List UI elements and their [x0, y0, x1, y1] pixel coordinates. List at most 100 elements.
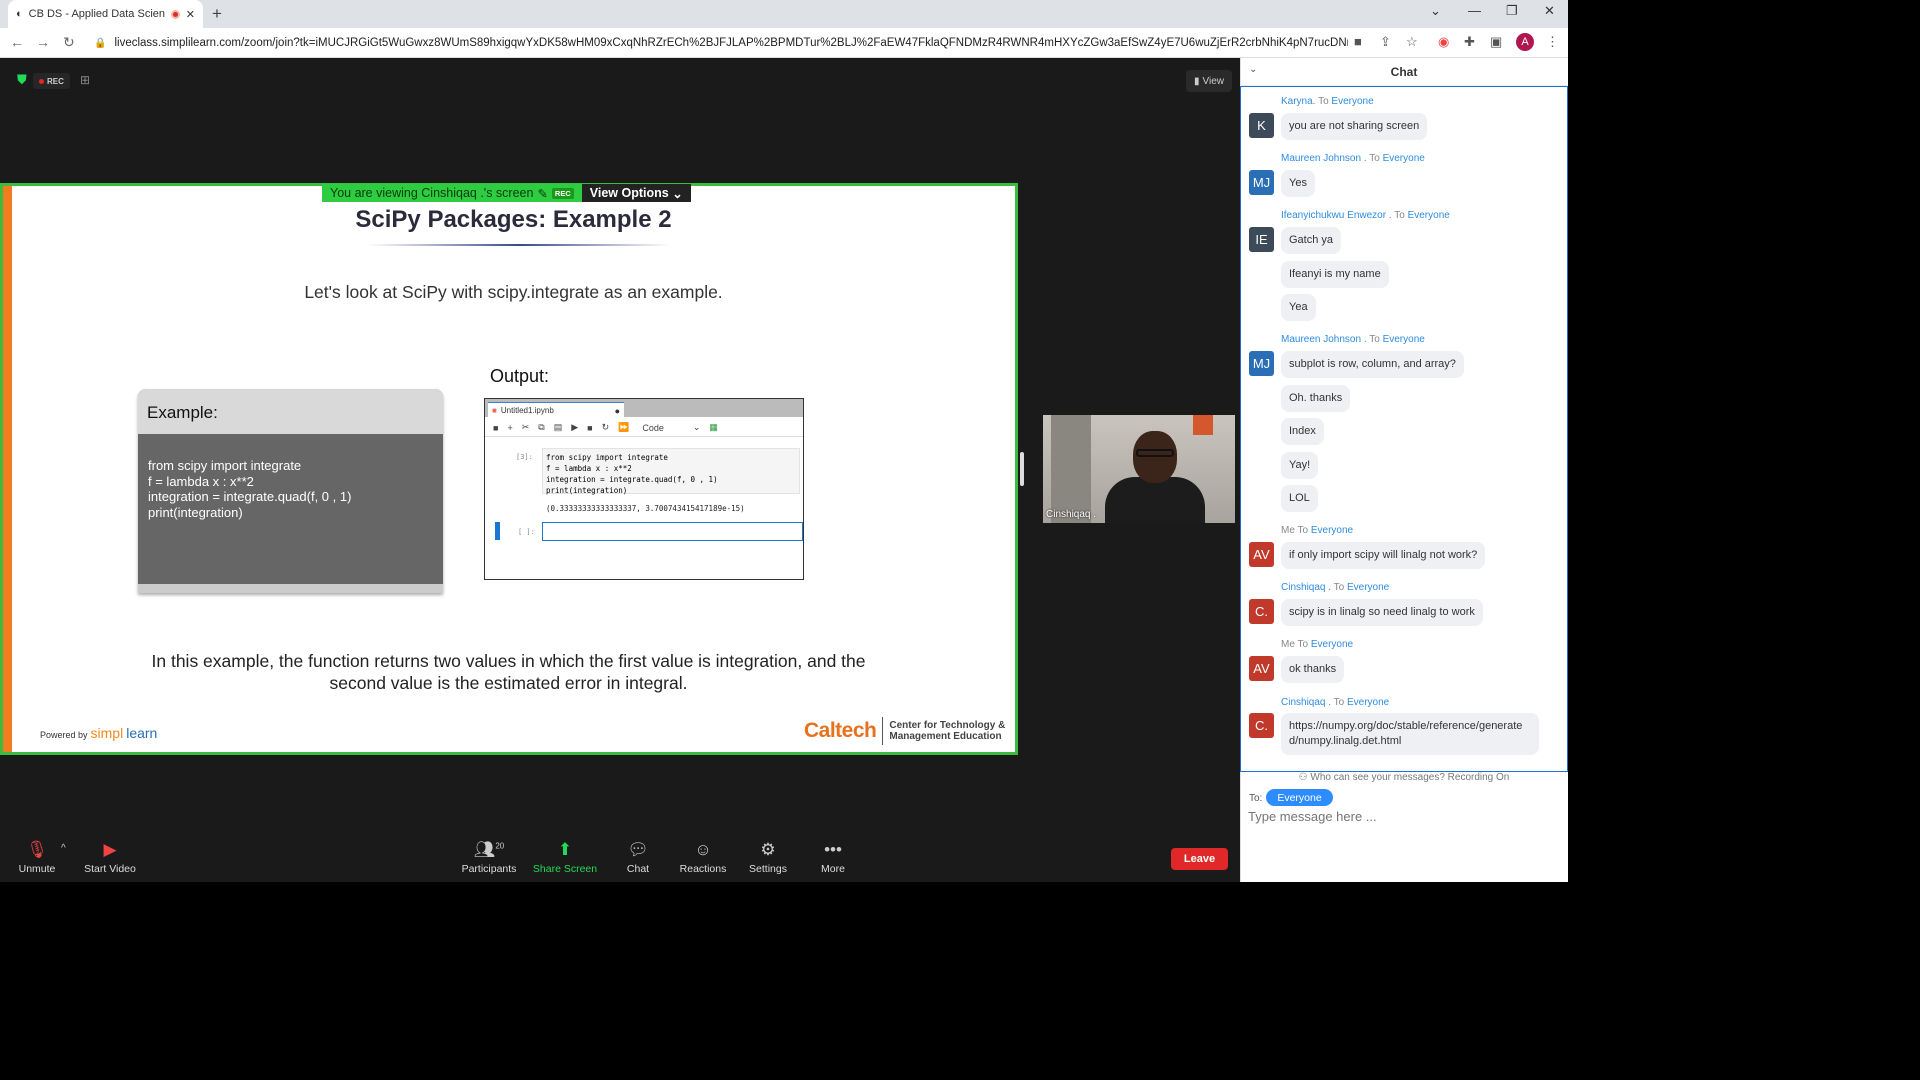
more-button[interactable]: ••• More: [814, 840, 852, 875]
add-icon: +: [507, 422, 513, 433]
message-meta: Karyna. To Everyone: [1281, 96, 1374, 107]
more-dots-icon: •••: [824, 840, 842, 859]
unmute-button[interactable]: 🎙︎ Unmute: [14, 840, 60, 875]
powered-by-logo: Powered by simpl learn: [40, 725, 158, 741]
chat-bubble: if only import scipy will linalg not wor…: [1281, 542, 1486, 569]
reactions-icon: ☺: [694, 840, 712, 859]
browser-tab[interactable]: ◐ CB DS - Applied Data Scienc ✕: [8, 0, 203, 28]
caltech-logo: Caltech Center for Technology & Managemen…: [804, 717, 1005, 745]
chat-bubble: LOL: [1281, 485, 1318, 512]
recording-badge: REC: [33, 73, 70, 89]
browser-tab-strip: [0, 0, 1568, 28]
settings-button[interactable]: ⚙ Settings: [746, 840, 790, 875]
tab-title: CB DS - Applied Data Scienc: [28, 8, 165, 20]
chat-icon: 💬︎: [627, 840, 649, 859]
leave-button[interactable]: Leave: [1171, 848, 1228, 870]
grid-view-icon[interactable]: ⊞: [80, 73, 90, 87]
profile-avatar[interactable]: A: [1516, 33, 1534, 51]
reload-icon[interactable]: ↻: [63, 34, 75, 51]
avatar: AV: [1249, 656, 1274, 681]
avatar: MJ: [1249, 351, 1274, 376]
side-panel-icon[interactable]: ▣: [1490, 34, 1502, 50]
notebook-empty-cell: [542, 522, 803, 541]
empty-cell-prompt: [ ]:: [518, 528, 535, 536]
notebook-output: (0.33333333333333337, 3.700743415417189e…: [546, 504, 745, 513]
tab-search-icon[interactable]: ⌄: [1430, 3, 1441, 19]
share-screen-button[interactable]: ⬆ Share Screen: [532, 840, 598, 875]
reactions-button[interactable]: ☺ Reactions: [676, 840, 730, 875]
back-icon[interactable]: ←: [10, 34, 24, 50]
message-meta: Maureen Johnson . To Everyone: [1281, 153, 1425, 164]
security-shield-icon[interactable]: ⛊: [17, 72, 27, 88]
viewing-banner: You are viewing Cinshiqaq .'s screen ✎ REC…: [322, 184, 691, 202]
start-video-button[interactable]: ▶︎ Start Video: [80, 840, 140, 875]
notebook-code-cell: from scipy import integrate f = lambda x…: [542, 448, 800, 495]
cut-icon: ✂: [521, 422, 530, 432]
recipient-selector[interactable]: Everyone: [1266, 789, 1333, 806]
chat-bubble: Ifeanyi is my name: [1281, 261, 1389, 288]
view-options-button[interactable]: View Options ⌄: [581, 184, 691, 202]
participants-icon: 👥︎20: [473, 840, 505, 859]
chat-bubble: Yes: [1281, 170, 1315, 197]
save-icon: ■: [493, 422, 499, 433]
address-bar[interactable]: 🔒 liveclass.simplilearn.com/zoom/join?tk…: [88, 31, 1348, 55]
extension-icon[interactable]: ◉: [1438, 34, 1449, 50]
audio-options-icon[interactable]: ^: [61, 843, 66, 854]
stop-icon: ■: [587, 422, 593, 433]
example-code: from scipy import integrate f = lambda x…: [148, 458, 352, 520]
new-tab-button[interactable]: +: [212, 4, 222, 24]
title-underline: [368, 244, 670, 246]
camera-icon[interactable]: ■: [1354, 34, 1362, 49]
chat-header: Chat: [1240, 58, 1568, 86]
bookmark-star-icon[interactable]: ☆: [1406, 34, 1418, 50]
avatar: AV: [1249, 542, 1274, 567]
chat-bubble: Yay!: [1281, 452, 1319, 479]
paste-icon: ▤: [553, 422, 563, 432]
message-meta: Cinshiqaq . To Everyone: [1281, 697, 1390, 708]
notebook-tab: ■ Untitled1.ipynb ●: [488, 402, 624, 418]
message-meta: Maureen Johnson . To Everyone: [1281, 334, 1425, 345]
share-icon[interactable]: ⇪: [1380, 34, 1391, 50]
gear-icon: ⚙: [760, 840, 776, 859]
view-button[interactable]: ▮ View: [1186, 70, 1232, 92]
chat-link-bubble[interactable]: https://numpy.org/doc/stable/reference/g…: [1281, 713, 1539, 755]
split-handle[interactable]: [1020, 452, 1024, 486]
close-window-button[interactable]: ✕: [1544, 3, 1555, 19]
to-label: To:: [1249, 793, 1263, 804]
avatar: C.: [1249, 599, 1274, 624]
example-box-footer: [138, 584, 443, 593]
chat-bubble: scipy is in linalg so need linalg to wor…: [1281, 599, 1483, 626]
menu-kebab-icon[interactable]: ⋮: [1546, 34, 1559, 50]
collapse-chevron-icon[interactable]: ⌄: [1249, 64, 1257, 75]
forward-icon[interactable]: →: [36, 34, 50, 50]
participant-video[interactable]: [1043, 415, 1235, 523]
chevron-down-icon: ⌄: [692, 422, 701, 432]
puzzle-icon[interactable]: ✚: [1464, 34, 1475, 50]
page-favicon-icon: ◐: [16, 8, 23, 20]
close-tab-icon[interactable]: ✕: [186, 8, 195, 21]
active-cell-bar: [495, 522, 500, 540]
who-can-see-notice[interactable]: ⚇ Who can see your messages? Recording O…: [1240, 772, 1568, 783]
chat-message-input[interactable]: [1248, 806, 1548, 826]
unsaved-dot-icon: ●: [614, 405, 620, 416]
notebook-icon: ■: [492, 406, 497, 415]
minimize-button[interactable]: —: [1468, 3, 1481, 18]
people-icon: ⚇: [1298, 772, 1311, 783]
chat-bubble: subplot is row, column, and array?: [1281, 351, 1464, 378]
fast-forward-icon: ⏩: [618, 422, 630, 432]
video-off-icon: ▶︎: [103, 840, 117, 859]
restore-button[interactable]: ❐: [1506, 3, 1518, 19]
view-icon: ▮: [1193, 75, 1200, 87]
chat-button[interactable]: 💬︎ Chat: [620, 840, 656, 875]
message-meta: Cinshiqaq . To Everyone: [1281, 582, 1390, 593]
avatar: K: [1249, 113, 1274, 138]
mic-muted-icon: 🎙︎: [26, 840, 48, 859]
sheet-icon: ▦: [709, 422, 718, 432]
share-screen-icon: ⬆: [557, 840, 573, 859]
mic-off-icon: ✎: [537, 186, 548, 201]
avatar: C.: [1249, 713, 1274, 738]
chat-bubble: Oh. thanks: [1281, 385, 1351, 412]
participants-button[interactable]: 👥︎20 Participants: [458, 840, 520, 875]
chat-bubble: Index: [1281, 418, 1324, 445]
slide-accent-bar: [3, 186, 12, 752]
